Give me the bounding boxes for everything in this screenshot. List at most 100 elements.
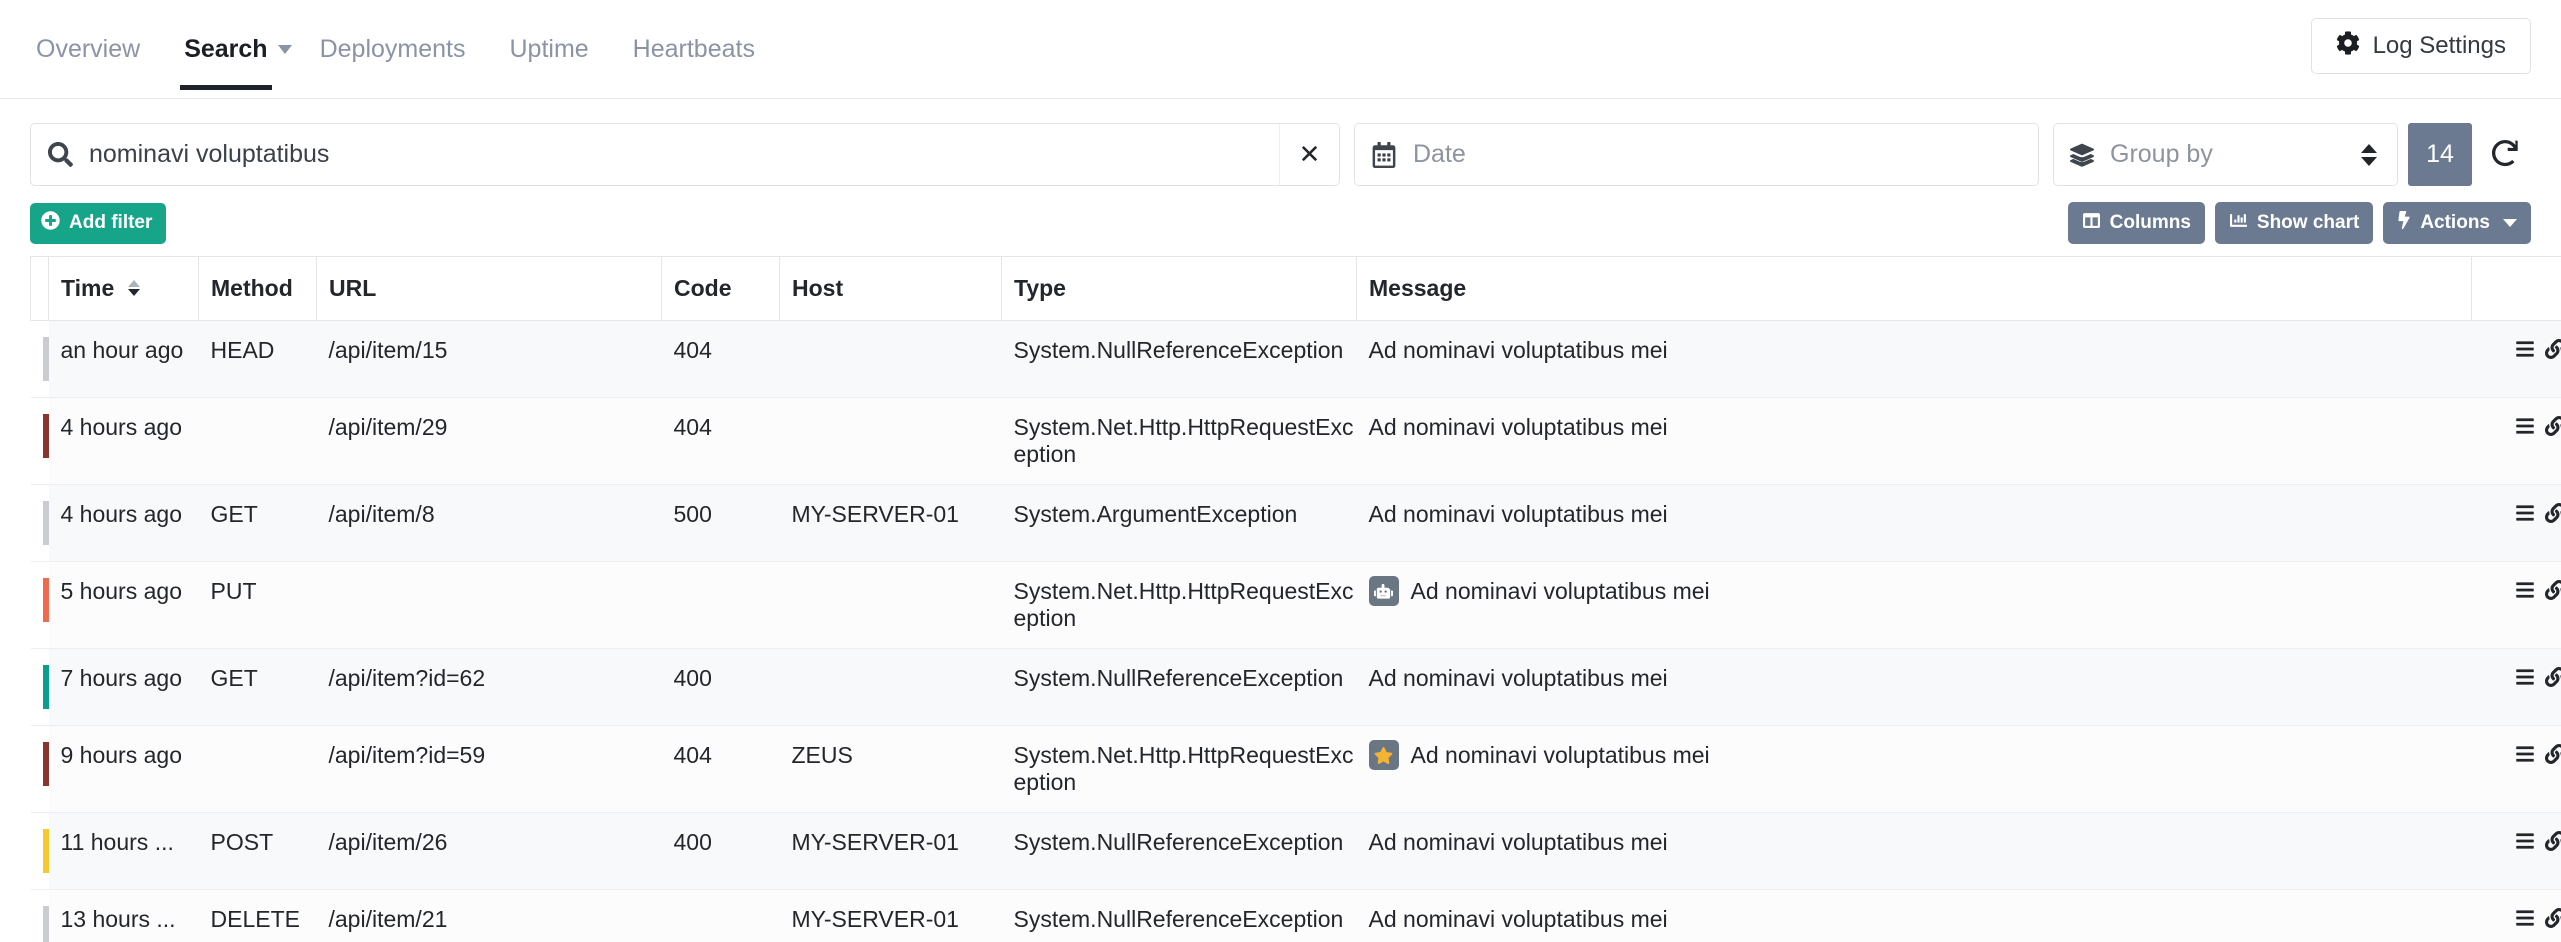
link-icon[interactable] xyxy=(2544,666,2561,693)
refresh-button[interactable] xyxy=(2472,123,2538,186)
cell-message: Ad nominavi voluptatibus mei xyxy=(1356,561,2472,649)
cell-message: Ad nominavi voluptatibus mei xyxy=(1356,725,2472,813)
cell-time: 9 hours ago xyxy=(48,725,199,813)
table-body: an hour ago HEAD/api/item/15 404 System.Nul… xyxy=(30,320,2561,942)
cell-host: MY-SERVER-01 xyxy=(779,889,1002,942)
show-chart-label: Show chart xyxy=(2256,212,2360,233)
bars-icon[interactable] xyxy=(2514,338,2536,365)
link-icon[interactable] xyxy=(2544,830,2561,857)
cell-row-actions xyxy=(2471,889,2561,942)
actions-button[interactable]: Actions xyxy=(2383,202,2531,244)
group-by-select[interactable]: Group by xyxy=(2053,123,2398,186)
column-header-url[interactable]: URL xyxy=(316,256,662,321)
table-row[interactable]: 11 hours ... POST/api/item/26 400 MY-SERVER… xyxy=(30,812,2561,890)
cell-message: Ad nominavi voluptatibus mei xyxy=(1356,320,2472,398)
link-icon[interactable] xyxy=(2544,415,2561,442)
cell-code: 404 xyxy=(661,725,780,813)
cell-row-actions xyxy=(2471,648,2561,726)
columns-button[interactable]: Columns xyxy=(2067,202,2205,244)
nav-tab-search[interactable]: Search xyxy=(162,0,289,98)
cell-method: POST xyxy=(198,812,317,890)
link-icon[interactable] xyxy=(2544,579,2561,606)
log-table: Time Method URL Code Host Type Message a… xyxy=(30,256,2561,942)
bars-icon[interactable] xyxy=(2514,415,2536,442)
actions-label: Actions xyxy=(2420,212,2490,233)
link-icon[interactable] xyxy=(2544,502,2561,529)
top-navigation-bar: Overview Search Deployments Uptime Heart… xyxy=(0,0,2561,99)
message-text: Ad nominavi voluptatibus mei xyxy=(1368,829,1668,855)
column-header-host[interactable]: Host xyxy=(779,256,1002,321)
table-row[interactable]: 4 hours ago GET/api/item/8 500 MY-SERVER-01… xyxy=(30,484,2561,562)
link-icon[interactable] xyxy=(2544,338,2561,365)
clear-search-button[interactable]: ✕ xyxy=(1279,124,1339,185)
show-chart-button[interactable]: Show chart xyxy=(2214,202,2374,244)
column-header-indicator xyxy=(30,256,49,321)
table-row[interactable]: 9 hours ago/api/item?id=59 404 ZEUS System.… xyxy=(30,725,2561,813)
layers-icon xyxy=(2054,143,2110,167)
cell-host: MY-SERVER-01 xyxy=(779,812,1002,890)
nav-tab-heartbeats[interactable]: Heartbeats xyxy=(611,0,777,98)
bars-icon[interactable] xyxy=(2514,502,2536,529)
cell-method xyxy=(198,725,317,813)
column-header-code[interactable]: Code xyxy=(661,256,780,321)
cell-url: /api/item/29 xyxy=(316,397,662,485)
robot-icon xyxy=(1368,576,1399,606)
refresh-icon xyxy=(2491,139,2519,170)
nav-tab-deployments[interactable]: Deployments xyxy=(298,0,488,98)
date-filter[interactable]: Date xyxy=(1354,123,2039,186)
table-row[interactable]: 7 hours ago GET/api/item?id=62 400 System.N… xyxy=(30,648,2561,726)
nav-tab-overview[interactable]: Overview xyxy=(30,0,162,98)
cell-row-actions xyxy=(2471,484,2561,562)
result-count-badge[interactable]: 14 xyxy=(2408,123,2472,186)
bars-icon[interactable] xyxy=(2514,907,2536,934)
search-box: ✕ xyxy=(30,123,1340,186)
cell-code: 404 xyxy=(661,320,780,398)
nav-tab-uptime[interactable]: Uptime xyxy=(487,0,610,98)
cell-row-actions xyxy=(2471,812,2561,890)
cell-time: 5 hours ago xyxy=(48,561,199,649)
table-row[interactable]: 4 hours ago/api/item/29 404 System.Net.Htt… xyxy=(30,397,2561,485)
cell-message: Ad nominavi voluptatibus mei xyxy=(1356,889,2472,942)
cell-url: /api/item/26 xyxy=(316,812,662,890)
cell-method: GET xyxy=(198,484,317,562)
row-severity-indicator xyxy=(30,561,56,649)
row-severity-indicator xyxy=(30,725,56,813)
cell-time: 4 hours ago xyxy=(48,484,199,562)
cell-host xyxy=(779,397,1002,485)
columns-icon xyxy=(2082,212,2101,235)
link-icon[interactable] xyxy=(2544,743,2561,770)
table-row[interactable]: 5 hours ago PUT System.Net.Http.HttpReques… xyxy=(30,561,2561,649)
table-row[interactable]: an hour ago HEAD/api/item/15 404 System.Nul… xyxy=(30,320,2561,398)
search-icon xyxy=(31,124,89,185)
table-row[interactable]: 13 hours ... DELETE/api/item/21 MY-SERVER-… xyxy=(30,889,2561,942)
column-header-message[interactable]: Message xyxy=(1356,256,2472,321)
bars-icon[interactable] xyxy=(2514,579,2536,606)
cell-method: HEAD xyxy=(198,320,317,398)
cell-method: GET xyxy=(198,648,317,726)
bars-icon[interactable] xyxy=(2514,666,2536,693)
log-settings-button[interactable]: Log Settings xyxy=(2310,18,2531,74)
bars-icon[interactable] xyxy=(2514,830,2536,857)
link-icon[interactable] xyxy=(2544,907,2561,934)
cell-code xyxy=(661,561,780,649)
toolbar-right-actions: Columns Show chart Actions xyxy=(2067,202,2531,244)
row-severity-indicator xyxy=(30,484,56,562)
column-header-type[interactable]: Type xyxy=(1001,256,1357,321)
cell-method xyxy=(198,397,317,485)
add-filter-button[interactable]: Add filter xyxy=(30,202,167,244)
cell-host: MY-SERVER-01 xyxy=(779,484,1002,562)
search-input[interactable] xyxy=(89,124,1279,185)
cell-type: System.ArgumentException xyxy=(1001,484,1357,562)
cell-message: Ad nominavi voluptatibus mei xyxy=(1356,397,2472,485)
bars-icon[interactable] xyxy=(2514,743,2536,770)
column-header-method[interactable]: Method xyxy=(198,256,317,321)
log-settings-label: Log Settings xyxy=(2372,32,2506,59)
table-toolbar: Add filter Columns Show chart Actions xyxy=(0,186,2561,246)
column-header-time[interactable]: Time xyxy=(48,256,199,321)
cell-time: 11 hours ... xyxy=(48,812,199,890)
bolt-icon xyxy=(2397,211,2411,235)
gear-icon xyxy=(2336,30,2360,62)
cell-host: ZEUS xyxy=(779,725,1002,813)
cell-code: 500 xyxy=(661,484,780,562)
cell-time: 13 hours ... xyxy=(48,889,199,942)
